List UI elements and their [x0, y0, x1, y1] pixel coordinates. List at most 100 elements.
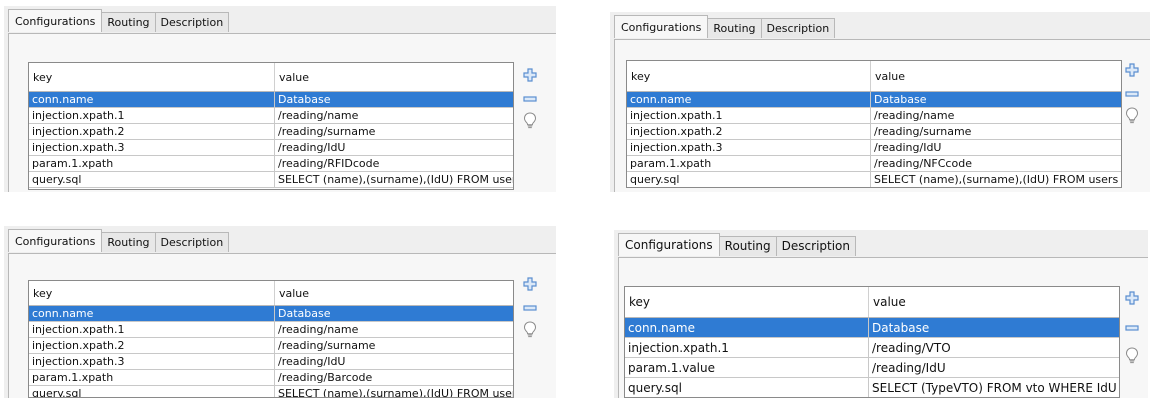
cell-key[interactable]: query.sql — [29, 386, 275, 397]
minus-icon[interactable] — [1124, 86, 1140, 102]
cell-value[interactable]: /reading/surname — [871, 124, 1121, 139]
table-row[interactable]: injection.xpath.3/reading/IdU — [29, 140, 513, 156]
column-header-value[interactable]: value — [275, 63, 513, 91]
cell-value[interactable]: /reading/RFIDcode — [275, 156, 513, 171]
cell-value[interactable]: SELECT (name),(surname),(IdU) FROM users… — [275, 172, 513, 187]
table-row[interactable]: param.1.xpath/reading/Barcode — [29, 370, 513, 386]
cell-key[interactable]: injection.xpath.3 — [29, 354, 275, 369]
lightbulb-icon[interactable] — [522, 112, 538, 129]
cell-key[interactable]: conn.name — [625, 318, 869, 337]
minus-icon[interactable] — [522, 91, 538, 107]
cell-key[interactable]: param.1.xpath — [29, 156, 275, 171]
plus-icon[interactable] — [1124, 62, 1140, 78]
cell-key[interactable]: injection.xpath.3 — [29, 140, 275, 155]
cell-key[interactable]: conn.name — [29, 92, 275, 107]
cell-key[interactable]: query.sql — [29, 172, 275, 187]
cell-value[interactable]: /reading/IdU — [275, 354, 513, 369]
lightbulb-icon[interactable] — [1124, 347, 1140, 364]
cell-key[interactable]: injection.xpath.1 — [625, 338, 869, 357]
plus-icon[interactable] — [1124, 290, 1140, 306]
cell-key[interactable]: injection.xpath.2 — [627, 124, 871, 139]
cell-key[interactable]: conn.name — [627, 92, 871, 107]
tab-configurations[interactable]: Configurations — [614, 15, 709, 38]
table-row[interactable]: query.sql SELECT (TypeVTO) FROM vto WHERE… — [625, 378, 1119, 397]
cell-key[interactable]: param.1.xpath — [627, 156, 871, 171]
tab-configurations[interactable]: Configurations — [618, 233, 720, 256]
minus-icon[interactable] — [1124, 320, 1140, 336]
cell-value[interactable]: /reading/IdU — [275, 140, 513, 155]
cell-key[interactable]: param.1.value — [625, 358, 869, 377]
tab-configurations[interactable]: Configurations — [8, 229, 103, 252]
cell-key[interactable]: query.sql — [627, 172, 871, 187]
table-row[interactable]: injection.xpath.2/reading/surname — [29, 124, 513, 140]
cell-key[interactable]: injection.xpath.2 — [29, 338, 275, 353]
tab-description[interactable]: Description — [154, 232, 230, 252]
column-header-value[interactable]: value — [871, 61, 1121, 91]
table-row[interactable]: param.1.xpath/reading/NFCcode — [627, 156, 1121, 172]
column-header-value[interactable]: value — [275, 281, 513, 305]
cell-value[interactable]: /reading/IdU — [869, 358, 1119, 377]
cell-value[interactable]: SELECT (name),(surname),(IdU) FROM users… — [871, 172, 1121, 187]
table-header: key value — [627, 61, 1121, 92]
cell-value[interactable]: Database — [275, 92, 513, 107]
table-row[interactable]: query.sql SELECT (name),(surname),(IdU) F… — [29, 172, 513, 188]
table-row[interactable]: conn.name Database — [29, 306, 513, 322]
minus-icon[interactable] — [522, 300, 538, 316]
tab-description[interactable]: Description — [760, 18, 836, 38]
tab-routing[interactable]: Routing — [707, 18, 762, 38]
cell-value[interactable]: /reading/surname — [275, 338, 513, 353]
cell-key[interactable]: injection.xpath.2 — [29, 124, 275, 139]
cell-key[interactable]: injection.xpath.3 — [627, 140, 871, 155]
cell-value[interactable]: Database — [871, 92, 1121, 107]
cell-value[interactable]: /reading/VTO — [869, 338, 1119, 357]
table-row[interactable]: injection.xpath.2/reading/surname — [29, 338, 513, 354]
plus-icon[interactable] — [522, 276, 538, 292]
cell-value[interactable]: /reading/name — [871, 108, 1121, 123]
table-row[interactable]: query.sql SELECT (name),(surname),(IdU) F… — [29, 386, 513, 397]
cell-key[interactable]: query.sql — [625, 378, 869, 397]
tab-routing[interactable]: Routing — [718, 236, 777, 256]
cell-value[interactable]: SELECT (name),(surname),(IdU) FROM users… — [275, 386, 513, 397]
plus-icon[interactable] — [522, 67, 538, 83]
column-header-key[interactable]: key — [625, 287, 869, 317]
table-row[interactable]: injection.xpath.3/reading/IdU — [627, 140, 1121, 156]
tab-routing[interactable]: Routing — [101, 232, 156, 252]
cell-key[interactable]: injection.xpath.1 — [627, 108, 871, 123]
table-row[interactable]: injection.xpath.1/reading/name — [627, 108, 1121, 124]
cell-value[interactable]: SELECT (TypeVTO) FROM vto WHERE IdU = ? — [869, 378, 1119, 397]
tab-description[interactable]: Description — [775, 236, 856, 256]
cell-value[interactable]: /reading/name — [275, 322, 513, 337]
table-header: key value — [29, 63, 513, 92]
table-row[interactable]: injection.xpath.1/reading/VTO — [625, 338, 1119, 358]
tab-description[interactable]: Description — [154, 12, 230, 32]
table-row[interactable]: conn.name Database — [627, 92, 1121, 108]
cell-value[interactable]: Database — [869, 318, 1119, 337]
column-header-key[interactable]: key — [627, 61, 871, 91]
table-row[interactable]: query.sql SELECT (name),(surname),(IdU) F… — [627, 172, 1121, 187]
cell-value[interactable]: /reading/NFCcode — [871, 156, 1121, 171]
cell-value[interactable]: /reading/Barcode — [275, 370, 513, 385]
cell-key[interactable]: injection.xpath.1 — [29, 108, 275, 123]
tab-routing[interactable]: Routing — [101, 12, 156, 32]
table-row[interactable]: injection.xpath.3/reading/IdU — [29, 354, 513, 370]
column-header-value[interactable]: value — [869, 287, 1119, 317]
table-row[interactable]: conn.name Database — [29, 92, 513, 108]
lightbulb-icon[interactable] — [522, 321, 538, 338]
cell-key[interactable]: injection.xpath.1 — [29, 322, 275, 337]
table-row[interactable]: conn.name Database — [625, 318, 1119, 338]
column-header-key[interactable]: key — [29, 281, 275, 305]
column-header-key[interactable]: key — [29, 63, 275, 91]
cell-key[interactable]: param.1.xpath — [29, 370, 275, 385]
table-row[interactable]: param.1.xpath/reading/RFIDcode — [29, 156, 513, 172]
table-row[interactable]: param.1.value/reading/IdU — [625, 358, 1119, 378]
table-row[interactable]: injection.xpath.1/reading/name — [29, 322, 513, 338]
cell-key[interactable]: conn.name — [29, 306, 275, 321]
lightbulb-icon[interactable] — [1124, 107, 1140, 124]
cell-value[interactable]: /reading/surname — [275, 124, 513, 139]
table-row[interactable]: injection.xpath.1/reading/name — [29, 108, 513, 124]
cell-value[interactable]: Database — [275, 306, 513, 321]
tab-configurations[interactable]: Configurations — [8, 9, 103, 32]
cell-value[interactable]: /reading/IdU — [871, 140, 1121, 155]
table-row[interactable]: injection.xpath.2/reading/surname — [627, 124, 1121, 140]
cell-value[interactable]: /reading/name — [275, 108, 513, 123]
